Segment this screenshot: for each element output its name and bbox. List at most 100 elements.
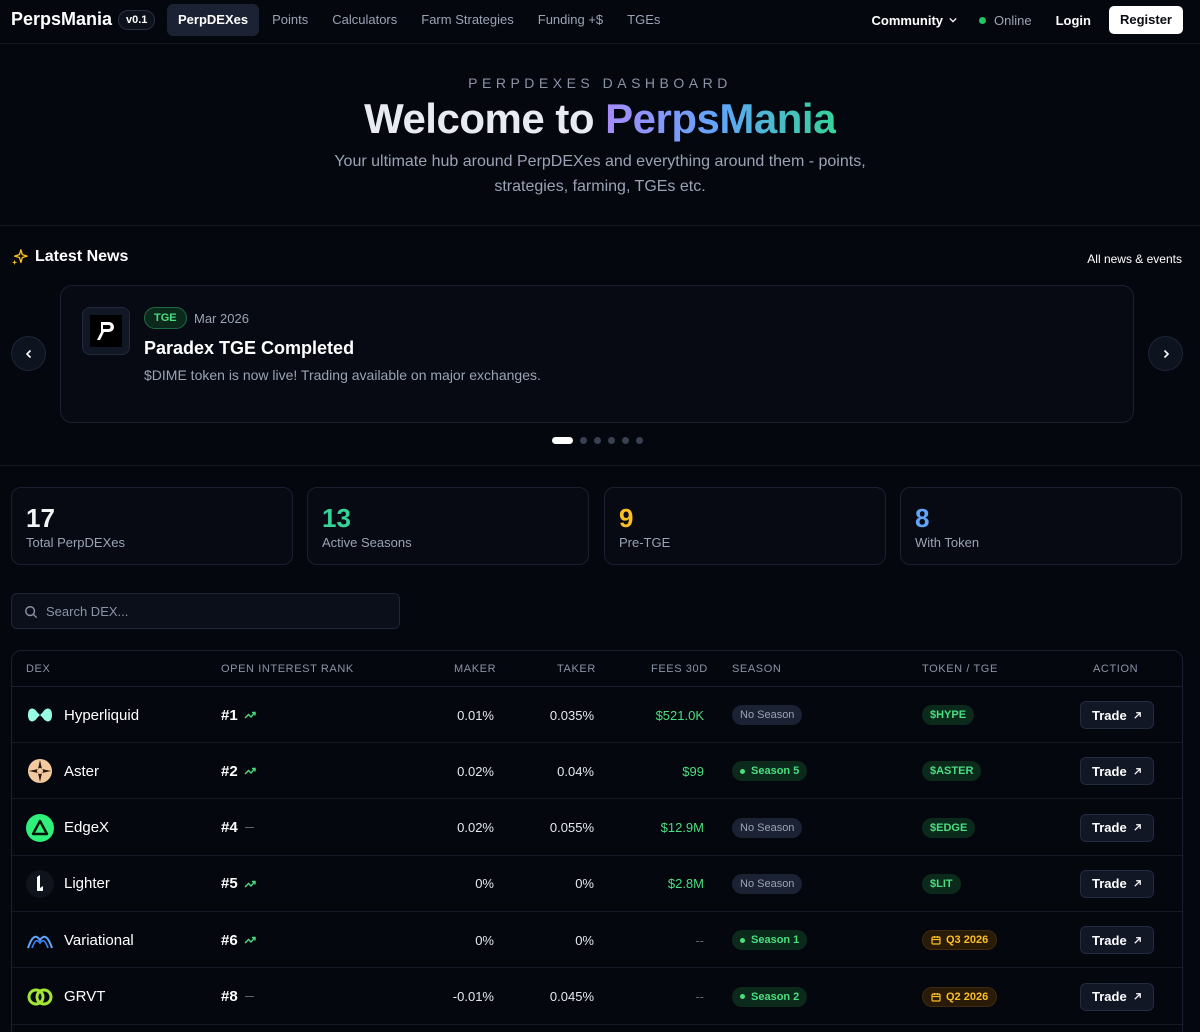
table-row[interactable]: EdgeX #4 0.02% 0.055% $12.9M No Season $EDGE Tr… xyxy=(12,800,1182,856)
trade-label: Trade xyxy=(1092,707,1127,723)
hero-title-highlight: PerpsMania xyxy=(605,95,836,142)
oi-rank-cell: #2 xyxy=(221,743,256,799)
search-input[interactable] xyxy=(46,594,386,628)
pagination-dot[interactable] xyxy=(552,437,573,444)
hero-subtitle: Your ultimate hub around PerpDEXes and e… xyxy=(334,153,866,195)
stat-value: 17 xyxy=(26,503,55,533)
pagination-dot[interactable] xyxy=(608,437,615,444)
col-oi-rank[interactable]: OPEN INTEREST RANK xyxy=(221,663,354,675)
login-button[interactable]: Login xyxy=(1056,13,1091,28)
trade-label: Trade xyxy=(1092,989,1127,1004)
col-token[interactable]: TOKEN / TGE xyxy=(922,663,998,675)
all-news-link[interactable]: All news & events xyxy=(1087,252,1182,266)
taker-fee: 0.045% xyxy=(549,989,594,1004)
nav-link-calculators[interactable]: Calculators xyxy=(321,4,408,36)
table-row[interactable]: GRVT #8 -0.01% 0.045% -- Season 2 Q2 2026 Trade xyxy=(12,969,1182,1025)
token-cell: $ASTER xyxy=(922,743,982,799)
taker-fee: 0.035% xyxy=(549,707,594,723)
news-body: $DIME token is now live! Trading availab… xyxy=(144,367,541,383)
pagination-dot[interactable] xyxy=(622,437,629,444)
news-tag: TGE xyxy=(144,307,187,329)
pagination-dot[interactable] xyxy=(594,437,601,444)
col-dex[interactable]: DEX xyxy=(26,663,50,675)
dex-name[interactable]: GRVT xyxy=(64,988,105,1005)
news-card[interactable]: TGE Mar 2026 Paradex TGE Completed $DIME… xyxy=(60,285,1134,423)
trade-button[interactable]: Trade xyxy=(1080,869,1154,898)
dex-name[interactable]: Aster xyxy=(64,763,99,780)
dex-name[interactable]: Lighter xyxy=(64,875,110,892)
season-cell: Season 2 xyxy=(732,969,808,1025)
table-row[interactable]: Aster #2 0.02% 0.04% $99 Season 5 $ASTER Trade xyxy=(12,743,1182,800)
maker-fee: -0.01% xyxy=(452,989,494,1004)
maker-fee: 0% xyxy=(475,932,494,948)
dex-cell: EdgeX xyxy=(26,800,109,856)
season-label: Season 1 xyxy=(751,934,800,947)
carousel-prev-button[interactable] xyxy=(11,336,46,371)
dex-name[interactable]: Hyperliquid xyxy=(64,707,139,724)
hyperliquid-logo xyxy=(26,701,54,729)
nav-link-tges[interactable]: TGEs xyxy=(616,4,671,36)
nav-link-points[interactable]: Points xyxy=(261,4,319,36)
oi-rank-cell: #6 xyxy=(221,912,256,968)
trade-button[interactable]: Trade xyxy=(1080,926,1154,955)
oi-rank: #1 xyxy=(221,706,238,724)
chevron-left-icon xyxy=(25,349,31,358)
trade-button[interactable]: Trade xyxy=(1080,813,1154,842)
stat-value: 8 xyxy=(915,503,930,533)
col-taker[interactable]: TAKER xyxy=(557,663,596,675)
nav-link-funding[interactable]: Funding +$ xyxy=(527,4,614,36)
community-dropdown[interactable]: Community xyxy=(872,13,958,28)
col-season[interactable]: SEASON xyxy=(732,663,781,675)
dex-name[interactable]: EdgeX xyxy=(64,819,109,836)
dex-name[interactable]: Variational xyxy=(64,932,134,949)
pagination-dot[interactable] xyxy=(580,437,587,444)
stat-card-pre-tge: 9 Pre-TGE xyxy=(604,487,886,565)
maker-fee: 0.01% xyxy=(457,707,494,723)
table-row[interactable]: Hyperliquid #1 0.01% 0.035% $521.0K No Season… xyxy=(12,687,1182,743)
trade-button[interactable]: Trade xyxy=(1080,701,1154,729)
external-link-icon xyxy=(1134,880,1141,888)
col-fees[interactable]: FEES 30D xyxy=(651,663,708,675)
taker-fee: 0.04% xyxy=(557,763,594,779)
pagination-dot[interactable] xyxy=(636,437,643,444)
action-cell: Trade xyxy=(1080,743,1154,799)
taker-fee: 0.055% xyxy=(549,820,594,836)
nav-link-perpdexes[interactable]: PerpDEXes xyxy=(167,4,260,36)
col-maker[interactable]: MAKER xyxy=(454,663,496,675)
news-headline: Paradex TGE Completed xyxy=(144,338,355,358)
trade-button[interactable]: Trade xyxy=(1080,757,1154,786)
hero-title: Welcome to PerpsMania xyxy=(0,95,1200,143)
season-badge: Season 2 xyxy=(732,986,808,1007)
oi-rank: #2 xyxy=(221,762,238,780)
table-row[interactable]: Lighter #5 0% 0% $2.8M No Season $LIT Trade xyxy=(12,856,1182,912)
stat-value: 9 xyxy=(619,503,634,533)
table-row[interactable]: Variational #6 0% 0% -- Season 1 Q3 2026 Trade xyxy=(12,912,1182,969)
dex-cell: Aster xyxy=(26,743,99,799)
token-cell: $HYPE xyxy=(922,687,975,743)
trade-button[interactable]: Trade xyxy=(1080,982,1154,1011)
token-cell: $EDGE xyxy=(922,800,976,856)
paradex-logo xyxy=(82,307,130,355)
aster-logo xyxy=(26,757,54,785)
token-badge: $EDGE xyxy=(922,817,976,838)
oi-rank-cell: #1 xyxy=(221,687,256,743)
hero-eyebrow: PERPDEXES DASHBOARD xyxy=(468,75,732,91)
oi-rank: #4 xyxy=(221,819,238,837)
brand-logo[interactable]: PerpsMania xyxy=(11,9,112,30)
fees-30d: $521.0K xyxy=(655,707,704,723)
calendar-icon xyxy=(931,992,941,1002)
hero-section: PERPDEXES DASHBOARD Welcome to PerpsMani… xyxy=(0,45,1200,226)
chevron-right-icon xyxy=(1163,349,1169,358)
fees-30d: -- xyxy=(695,932,704,948)
paradex-p-icon xyxy=(97,322,114,340)
token-badge: $LIT xyxy=(922,873,961,894)
nav-link-farm-strategies[interactable]: Farm Strategies xyxy=(410,4,524,36)
sparkles-icon xyxy=(11,249,28,266)
status-dot-icon xyxy=(979,16,986,24)
maker-fee: 0.02% xyxy=(457,820,494,836)
register-button[interactable]: Register xyxy=(1108,6,1183,34)
carousel-next-button[interactable] xyxy=(1148,336,1183,371)
tge-badge: Q2 2026 xyxy=(922,986,998,1007)
variational-logo xyxy=(26,926,54,954)
stat-value: 13 xyxy=(322,503,351,533)
